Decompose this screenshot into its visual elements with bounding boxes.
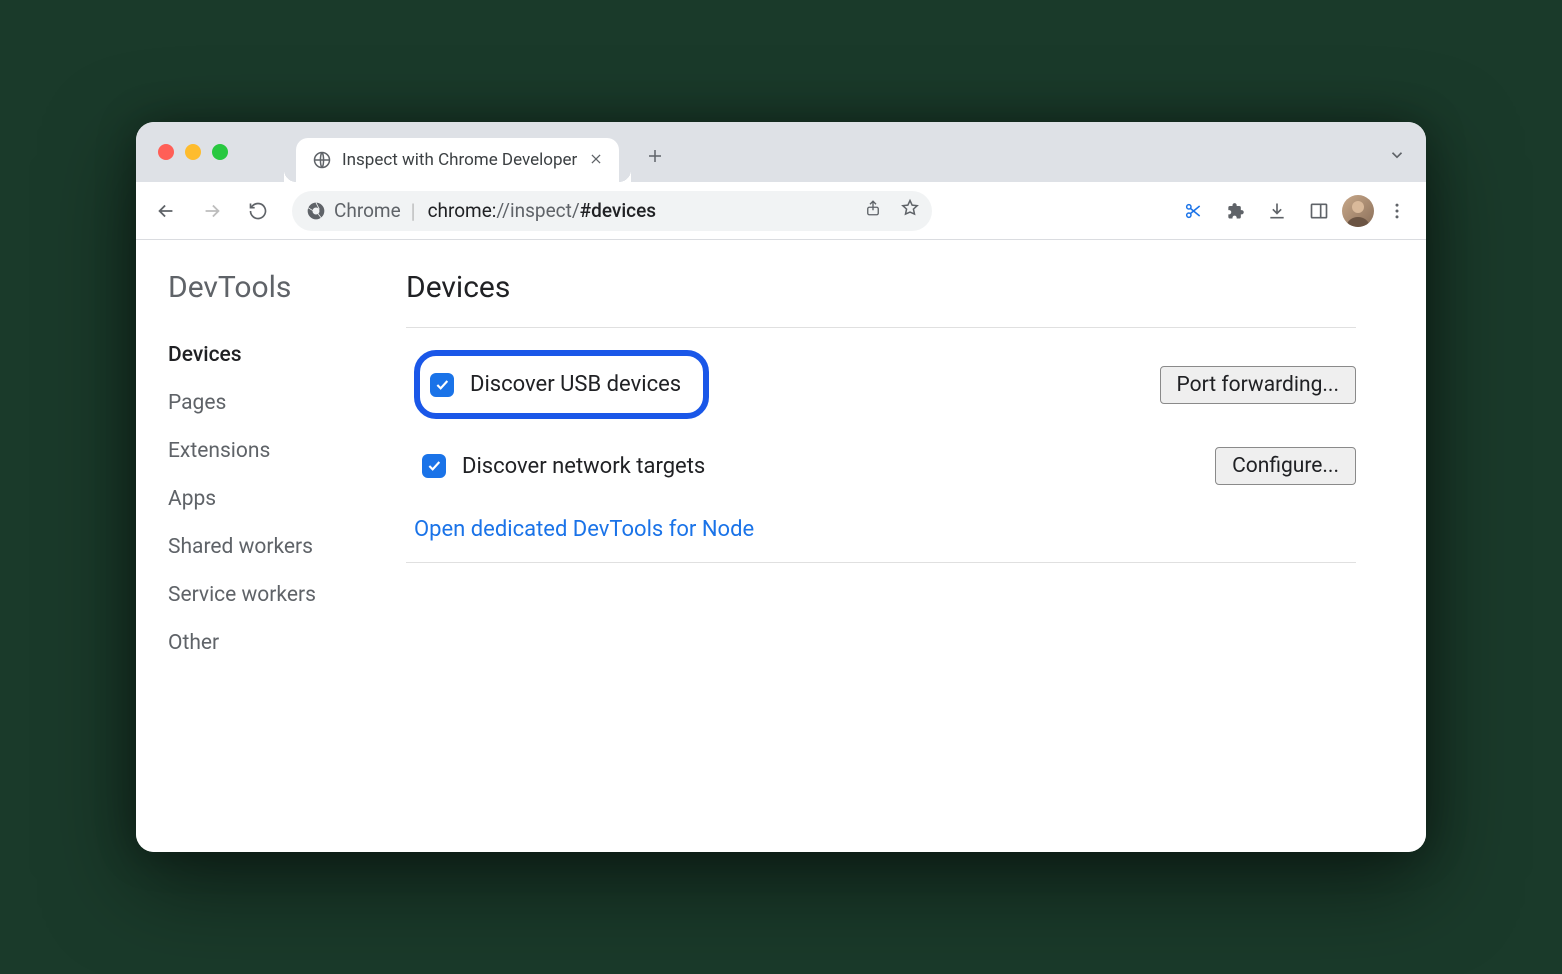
discover-network-label: Discover network targets	[462, 454, 705, 479]
omnibox-chip-label: Chrome	[334, 199, 401, 222]
separator: |	[411, 199, 416, 223]
chrome-icon	[306, 201, 326, 221]
new-tab-button[interactable]	[639, 140, 671, 172]
sidebar: DevTools Devices Pages Extensions Apps S…	[136, 240, 386, 852]
site-info-chip[interactable]: Chrome |	[306, 199, 418, 223]
scissors-icon[interactable]	[1174, 192, 1212, 230]
configure-button[interactable]: Configure...	[1215, 447, 1356, 485]
url-text: chrome://inspect/#devices	[428, 199, 850, 222]
open-node-devtools-link[interactable]: Open dedicated DevTools for Node	[414, 517, 754, 542]
toolbar: Chrome | chrome://inspect/#devices	[136, 182, 1426, 240]
sidebar-item-pages[interactable]: Pages	[142, 379, 386, 427]
port-forwarding-button[interactable]: Port forwarding...	[1160, 366, 1356, 404]
sidebar-item-extensions[interactable]: Extensions	[142, 427, 386, 475]
sidebar-item-other[interactable]: Other	[142, 619, 386, 667]
tab-overflow-button[interactable]	[1388, 146, 1406, 168]
sidebar-item-devices[interactable]: Devices	[142, 331, 386, 379]
checkbox-checked-icon[interactable]	[430, 373, 454, 397]
browser-tab[interactable]: Inspect with Chrome Developer	[296, 138, 619, 182]
sidebar-item-label: Service workers	[168, 583, 316, 607]
usb-row: Discover USB devices Port forwarding...	[406, 328, 1356, 441]
side-panel-icon[interactable]	[1300, 192, 1338, 230]
window-close-button[interactable]	[158, 144, 174, 160]
tab-close-button[interactable]	[587, 148, 605, 173]
bookmark-star-icon[interactable]	[896, 194, 924, 227]
sidebar-item-label: Pages	[168, 391, 226, 415]
main-panel: Devices Discover USB devices Port forwar…	[386, 240, 1426, 852]
sidebar-title: DevTools	[142, 270, 386, 331]
browser-window: Inspect with Chrome Developer	[136, 122, 1426, 852]
reload-button[interactable]	[238, 191, 278, 231]
page-content: DevTools Devices Pages Extensions Apps S…	[136, 240, 1426, 852]
profile-avatar[interactable]	[1342, 195, 1374, 227]
sidebar-item-label: Other	[168, 631, 219, 655]
globe-icon	[312, 150, 332, 170]
share-icon[interactable]	[860, 195, 886, 226]
sidebar-item-apps[interactable]: Apps	[142, 475, 386, 523]
window-minimize-button[interactable]	[185, 144, 201, 160]
toolbar-actions	[1174, 192, 1416, 230]
sidebar-item-label: Extensions	[168, 439, 270, 463]
sidebar-item-service-workers[interactable]: Service workers	[142, 571, 386, 619]
back-button[interactable]	[146, 191, 186, 231]
highlight-annotation: Discover USB devices	[414, 350, 709, 419]
sidebar-item-label: Devices	[168, 343, 242, 367]
discover-usb-label: Discover USB devices	[470, 372, 681, 397]
traffic-lights	[158, 144, 228, 160]
downloads-icon[interactable]	[1258, 192, 1296, 230]
sidebar-item-shared-workers[interactable]: Shared workers	[142, 523, 386, 571]
page-heading: Devices	[406, 270, 1356, 327]
node-link-row: Open dedicated DevTools for Node	[406, 507, 1356, 563]
checkbox-checked-icon[interactable]	[422, 454, 446, 478]
tab-title: Inspect with Chrome Developer	[342, 150, 577, 170]
forward-button[interactable]	[192, 191, 232, 231]
sidebar-item-label: Apps	[168, 487, 216, 511]
discover-usb-checkbox-wrap[interactable]: Discover USB devices	[430, 372, 681, 397]
titlebar: Inspect with Chrome Developer	[136, 122, 1426, 182]
window-zoom-button[interactable]	[212, 144, 228, 160]
extensions-icon[interactable]	[1216, 192, 1254, 230]
kebab-menu-icon[interactable]	[1378, 192, 1416, 230]
network-row: Discover network targets Configure...	[406, 441, 1356, 507]
address-bar[interactable]: Chrome | chrome://inspect/#devices	[292, 191, 932, 231]
discover-network-checkbox-wrap[interactable]: Discover network targets	[414, 454, 705, 479]
tab-strip: Inspect with Chrome Developer	[296, 122, 1426, 182]
sidebar-item-label: Shared workers	[168, 535, 313, 559]
